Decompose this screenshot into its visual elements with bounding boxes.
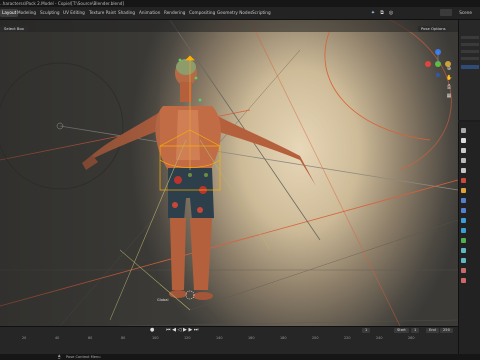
tab-scripting[interactable]: Scripting xyxy=(250,9,273,17)
outliner-row[interactable] xyxy=(461,43,479,46)
outliner-row-selected[interactable] xyxy=(461,65,479,69)
start-frame-label: Start xyxy=(394,328,409,333)
particles-icon[interactable] xyxy=(461,208,466,213)
tool-icon[interactable] xyxy=(461,128,466,133)
next-keyframe-button[interactable]: ▶ xyxy=(188,327,192,333)
modifier-icon[interactable] xyxy=(461,198,466,203)
ruler-tick: 160 xyxy=(248,336,255,340)
pan-icon[interactable]: ✋ xyxy=(446,75,452,81)
workspace-tab-bar: Layout Modeling Sculpting UV Editing Tex… xyxy=(0,7,480,20)
scene-label: Scene xyxy=(459,10,472,15)
record-button[interactable]: ● xyxy=(150,327,154,333)
playback-controls: ● ⏮ ◀ ◁ ▶ ▶ ⏭ xyxy=(150,327,198,335)
viewport-shade xyxy=(0,20,160,326)
scene-selector[interactable] xyxy=(440,9,452,16)
window-title: ..haracterss\Pack 2.Model - Copie/[T:\So… xyxy=(0,1,125,6)
ruler-tick: 260 xyxy=(408,336,415,340)
end-frame-field[interactable]: 250 xyxy=(440,328,453,333)
jump-end-button[interactable]: ⏭ xyxy=(194,327,199,333)
tab-animation[interactable]: Animation xyxy=(137,9,162,17)
outliner-row[interactable] xyxy=(461,57,479,60)
tab-texture-paint[interactable]: Texture Paint xyxy=(87,9,118,17)
bone-constraint-icon[interactable] xyxy=(461,258,466,263)
viewport-header xyxy=(0,20,458,32)
texture-icon[interactable] xyxy=(461,278,466,283)
outliner-panel[interactable] xyxy=(458,20,480,120)
prev-keyframe-button[interactable]: ◀ xyxy=(172,327,176,333)
play-button[interactable]: ▶ xyxy=(183,327,187,333)
ruler-tick: 140 xyxy=(216,336,223,340)
tab-uv-editing[interactable]: UV Editing xyxy=(61,9,87,17)
outliner-row[interactable] xyxy=(461,50,479,53)
tab-compositing[interactable]: Compositing xyxy=(187,9,217,17)
data-icon[interactable] xyxy=(461,238,466,243)
tab-geometry-nodes[interactable]: Geometry Nodes xyxy=(215,9,254,17)
grid-icon[interactable]: ▦ xyxy=(446,93,452,99)
bone-icon[interactable] xyxy=(461,248,466,253)
camera-icon[interactable]: ⎙ xyxy=(446,84,452,90)
tab-rendering[interactable]: Rendering xyxy=(162,9,187,17)
ruler-tick: 40 xyxy=(55,336,60,340)
view-layer-icon[interactable] xyxy=(461,158,466,163)
properties-panel[interactable] xyxy=(458,122,480,360)
proportional-edit-icon[interactable]: ◎ xyxy=(388,10,394,16)
scene-icon[interactable] xyxy=(461,168,466,173)
play-reverse-button[interactable]: ◁ xyxy=(178,327,182,333)
neck-bone-marker xyxy=(198,98,202,102)
tab-modeling[interactable]: Modeling xyxy=(15,9,38,17)
ruler-tick: 220 xyxy=(344,336,351,340)
world-icon[interactable] xyxy=(461,178,466,183)
outliner-row[interactable] xyxy=(461,36,479,39)
start-frame-field[interactable]: 1 xyxy=(411,328,420,333)
zoom-icon[interactable]: ⊕ xyxy=(446,66,452,72)
render-icon[interactable] xyxy=(461,138,466,143)
ruler-tick: 100 xyxy=(152,336,159,340)
status-text: Pose Context Menu xyxy=(66,355,101,359)
transform-icon[interactable]: ✦ xyxy=(370,10,376,16)
physics-icon[interactable] xyxy=(461,218,466,223)
ruler-tick: 200 xyxy=(312,336,319,340)
pose-options-button[interactable]: Pose Options xyxy=(418,26,449,32)
tab-sculpting[interactable]: Sculpting xyxy=(38,9,62,17)
current-frame-field[interactable]: 1 xyxy=(362,328,371,333)
object-icon[interactable] xyxy=(461,188,466,193)
snap-icon[interactable]: ⧉ xyxy=(379,10,385,16)
ruler-tick: 80 xyxy=(121,336,126,340)
ruler-tick: 240 xyxy=(376,336,383,340)
output-icon[interactable] xyxy=(461,148,466,153)
select-box-dropdown[interactable]: Select Box xyxy=(0,26,28,32)
material-icon[interactable] xyxy=(461,268,466,273)
mouse-icon: 🖱 xyxy=(58,354,61,359)
header-tools: ✦ ⧉ ◎ xyxy=(370,9,400,17)
ruler-tick: 20 xyxy=(22,336,27,340)
constraints-icon[interactable] xyxy=(461,228,466,233)
transform-orientation-label[interactable]: Global xyxy=(157,298,168,302)
tab-shading[interactable]: Shading xyxy=(116,9,137,17)
ruler-tick: 60 xyxy=(88,336,93,340)
navigation-gizmo xyxy=(425,49,451,78)
head-tip-marker xyxy=(178,58,182,62)
jump-start-button[interactable]: ⏮ xyxy=(166,327,171,333)
frame-ruler[interactable] xyxy=(0,336,458,343)
ruler-tick: 180 xyxy=(280,336,287,340)
ruler-tick: 120 xyxy=(184,336,191,340)
3d-cursor-icon xyxy=(185,290,195,300)
head-bone-marker xyxy=(194,76,198,80)
end-frame-label: End xyxy=(426,328,439,333)
